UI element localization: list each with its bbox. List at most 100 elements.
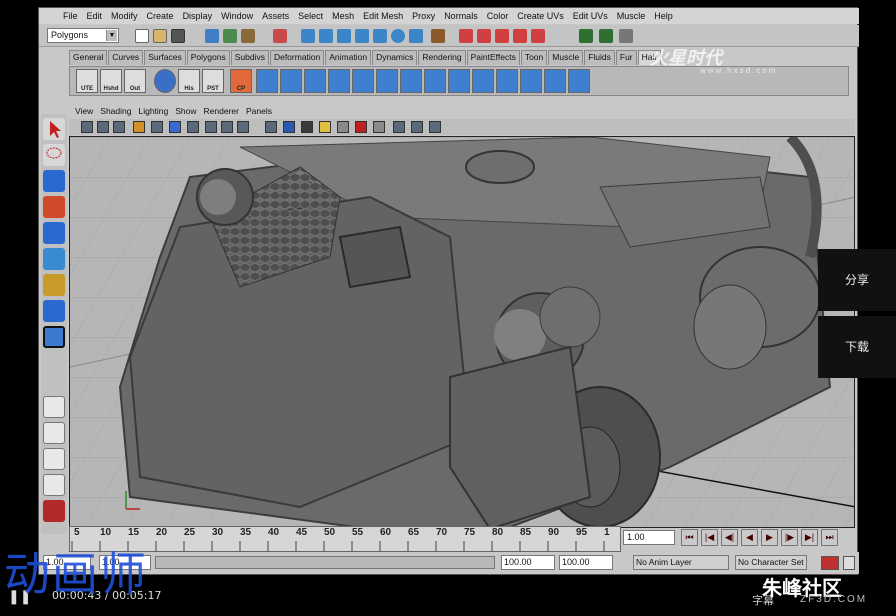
panel-menu-show[interactable]: Show <box>175 106 196 118</box>
input-line-icon[interactable] <box>579 29 593 43</box>
field-chart-icon[interactable] <box>221 121 233 133</box>
outliner-layout-icon[interactable] <box>43 474 65 496</box>
shelf-poly-tool-3-icon[interactable] <box>304 69 326 93</box>
tab-dynamics[interactable]: Dynamics <box>372 50 418 65</box>
shelf-poly-tool-14-icon[interactable] <box>568 69 590 93</box>
tab-deformation[interactable]: Deformation <box>269 50 325 65</box>
soft-mod-icon[interactable] <box>43 300 65 322</box>
single-pane-layout-icon[interactable] <box>43 396 65 418</box>
shelf-poly-tool-7-icon[interactable] <box>400 69 422 93</box>
snap-point-icon[interactable] <box>337 29 351 43</box>
menu-proxy[interactable]: Proxy <box>412 11 435 21</box>
download-button[interactable]: 下载 <box>818 316 896 378</box>
shelf-poly-tool-5-icon[interactable] <box>352 69 374 93</box>
history-icon[interactable] <box>391 29 405 43</box>
menu-mesh[interactable]: Mesh <box>332 11 354 21</box>
playback-end-field[interactable]: 100.00 <box>501 555 555 570</box>
textured-icon[interactable] <box>337 121 349 133</box>
script-editor-icon[interactable] <box>43 500 65 522</box>
live-surface-icon[interactable] <box>373 29 387 43</box>
grid-display-icon[interactable] <box>429 121 441 133</box>
menu-color[interactable]: Color <box>487 11 509 21</box>
mode-select[interactable]: Polygons ▼ <box>47 28 119 43</box>
xray-joints-icon[interactable] <box>411 121 423 133</box>
perspective-viewport[interactable] <box>69 136 855 528</box>
tab-fur[interactable]: Fur <box>615 50 637 65</box>
grid-toggle-icon[interactable] <box>151 121 163 133</box>
tab-surfaces[interactable]: Surfaces <box>144 50 186 65</box>
camera-attr-icon[interactable] <box>97 121 109 133</box>
isolate-select-icon[interactable] <box>393 121 405 133</box>
two-pane-layout-icon[interactable] <box>43 448 65 470</box>
shelf-ute-button[interactable]: UTE <box>76 69 98 93</box>
tab-toon[interactable]: Toon <box>520 50 548 65</box>
tab-animation[interactable]: Animation <box>325 50 372 65</box>
menu-edit[interactable]: Edit <box>87 11 103 21</box>
panel-menu-view[interactable]: View <box>75 106 93 118</box>
shelf-pst-button[interactable]: PST <box>202 69 224 93</box>
current-frame-field[interactable]: 1.00 <box>623 530 675 545</box>
render-view-icon[interactable] <box>513 29 527 43</box>
panel-menu-lighting[interactable]: Lighting <box>138 106 168 118</box>
bookmark-icon[interactable] <box>113 121 125 133</box>
tab-polygons[interactable]: Polygons <box>186 50 230 65</box>
end-time-field[interactable]: 100.00 <box>559 555 613 570</box>
film-gate-icon[interactable] <box>169 121 181 133</box>
default-light-icon[interactable] <box>319 121 331 133</box>
menu-create[interactable]: Create <box>147 11 174 21</box>
ipr-render-icon[interactable] <box>477 29 491 43</box>
character-set-select[interactable]: No Character Set <box>735 555 807 570</box>
panel-menu-renderer[interactable]: Renderer <box>204 106 239 118</box>
help-icon[interactable] <box>409 29 423 43</box>
auto-key-icon[interactable] <box>821 556 839 570</box>
shelf-poly-tool-10-icon[interactable] <box>472 69 494 93</box>
shelf-poly-tool-4-icon[interactable] <box>328 69 350 93</box>
camera-select-icon[interactable] <box>81 121 93 133</box>
tab-subdivs[interactable]: Subdivs <box>230 50 269 65</box>
shelf-poly-tool-13-icon[interactable] <box>544 69 566 93</box>
shelf-poly-tool-11-icon[interactable] <box>496 69 518 93</box>
step-forward-frame-icon[interactable]: |▶ <box>781 529 798 546</box>
shelf-hshd-button[interactable]: Hshd <box>100 69 122 93</box>
new-scene-icon[interactable] <box>135 29 149 43</box>
shelf-poly-tool-6-icon[interactable] <box>376 69 398 93</box>
select-hierarchy-icon[interactable] <box>205 29 219 43</box>
construction-history-icon[interactable] <box>431 29 445 43</box>
menu-edit-uvs[interactable]: Edit UVs <box>573 11 608 21</box>
shelf-his-button[interactable]: His <box>178 69 200 93</box>
gate-mask-icon[interactable] <box>205 121 217 133</box>
play-forwards-icon[interactable]: ▶ <box>761 529 778 546</box>
shadows-icon[interactable] <box>373 121 385 133</box>
menu-help[interactable]: Help <box>654 11 673 21</box>
channel-box-icon[interactable] <box>599 29 613 43</box>
move-tool-icon[interactable] <box>43 196 65 218</box>
wireframe-icon[interactable] <box>265 121 277 133</box>
panel-menu-shading[interactable]: Shading <box>100 106 131 118</box>
shelf-poly-tool-9-icon[interactable] <box>448 69 470 93</box>
menu-window[interactable]: Window <box>221 11 253 21</box>
menu-assets[interactable]: Assets <box>262 11 289 21</box>
manipulator-icon[interactable] <box>43 274 65 296</box>
shelf-out-button[interactable]: Out <box>124 69 146 93</box>
shelf-poly-tool-2-icon[interactable] <box>280 69 302 93</box>
tab-general[interactable]: General <box>69 50 108 65</box>
step-back-key-icon[interactable]: |◀ <box>701 529 718 546</box>
snap-plane-icon[interactable] <box>355 29 369 43</box>
tab-rendering[interactable]: Rendering <box>418 50 466 65</box>
menu-display[interactable]: Display <box>183 11 213 21</box>
smooth-shade-icon[interactable] <box>283 121 295 133</box>
menu-normals[interactable]: Normals <box>444 11 478 21</box>
open-scene-icon[interactable] <box>153 29 167 43</box>
menu-muscle[interactable]: Muscle <box>617 11 646 21</box>
shelf-poly-tool-12-icon[interactable] <box>520 69 542 93</box>
last-tool-icon[interactable] <box>43 326 65 348</box>
go-to-start-icon[interactable]: ⏮ <box>681 529 698 546</box>
layer-editor-icon[interactable] <box>619 29 633 43</box>
resolution-gate-icon[interactable] <box>187 121 199 133</box>
xray-icon[interactable] <box>355 121 367 133</box>
tab-painteffects[interactable]: PaintEffects <box>466 50 520 65</box>
rotate-tool-icon[interactable] <box>43 222 65 244</box>
render-frame-icon[interactable] <box>459 29 473 43</box>
image-plane-icon[interactable] <box>133 121 145 133</box>
tab-muscle[interactable]: Muscle <box>548 50 584 65</box>
